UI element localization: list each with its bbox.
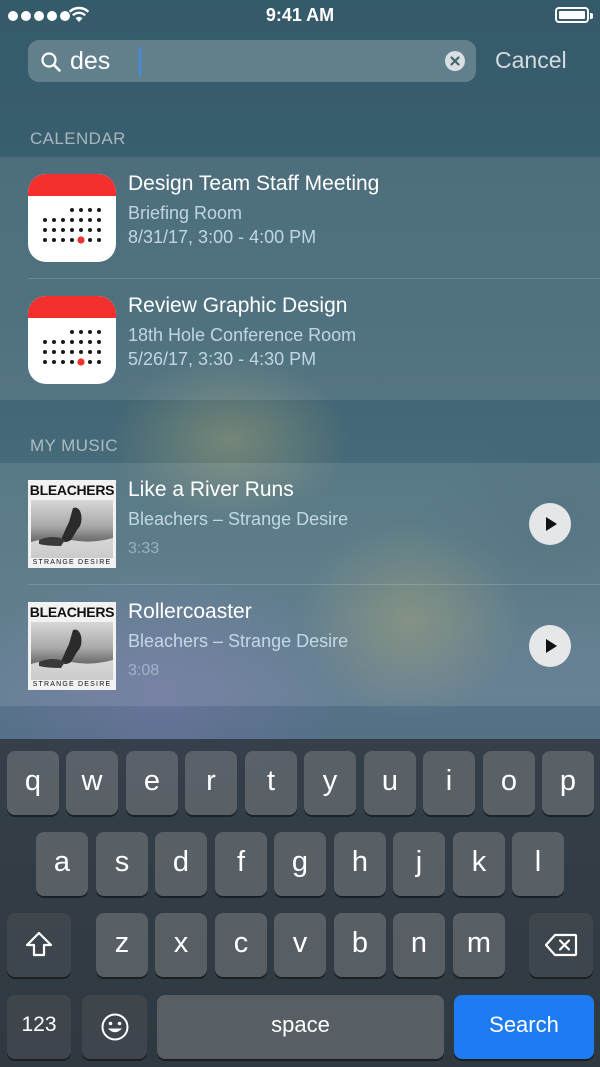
play-icon	[546, 517, 557, 531]
key-p[interactable]: p	[542, 751, 594, 815]
key-n[interactable]: n	[393, 913, 445, 977]
key-o[interactable]: o	[483, 751, 535, 815]
keyboard: q w e r t y u i o p a s d f g h j k l z …	[0, 739, 600, 1067]
music-section-header: MY MUSIC	[30, 436, 118, 455]
album-art: BLEACHERS STRANGE DESIRE	[28, 602, 116, 690]
status-bar: 9:41 AM	[0, 0, 600, 32]
status-time: 9:41 AM	[265, 5, 335, 25]
key-q[interactable]: q	[7, 751, 59, 815]
song-title: Rollercoaster	[128, 600, 252, 623]
key-h[interactable]: h	[334, 832, 386, 896]
search-bar: Cancel	[0, 40, 600, 82]
event-datetime: 8/31/17, 3:00 - 4:00 PM	[128, 227, 317, 247]
battery-icon	[555, 7, 593, 23]
song-artist-album: Bleachers – Strange Desire	[128, 509, 349, 529]
key-k[interactable]: k	[453, 832, 505, 896]
key-r[interactable]: r	[185, 751, 237, 815]
emoji-key[interactable]	[82, 995, 147, 1059]
key-t[interactable]: t	[245, 751, 297, 815]
event-location: Briefing Room	[128, 203, 243, 223]
calendar-section-header: CALENDAR	[30, 129, 126, 148]
play-icon	[546, 639, 557, 653]
album-band-name: BLEACHERS	[29, 604, 115, 620]
space-key[interactable]: space	[157, 995, 444, 1059]
delete-icon	[544, 933, 578, 957]
key-i[interactable]: i	[423, 751, 475, 815]
album-title: STRANGE DESIRE	[32, 559, 112, 566]
key-s[interactable]: s	[96, 832, 148, 896]
calendar-result-row[interactable]: Design Team Staff Meeting Briefing Room …	[0, 157, 600, 279]
event-title: Design Team Staff Meeting	[128, 172, 380, 195]
album-band-name: BLEACHERS	[29, 482, 115, 498]
calendar-results: Design Team Staff Meeting Briefing Room …	[0, 157, 600, 400]
key-v[interactable]: v	[274, 913, 326, 977]
key-b[interactable]: b	[334, 913, 386, 977]
key-y[interactable]: y	[304, 751, 356, 815]
calendar-app-icon	[28, 296, 116, 384]
event-title: Review Graphic Design	[128, 294, 348, 317]
shift-key[interactable]	[7, 913, 71, 977]
delete-key[interactable]	[529, 913, 593, 977]
clear-search-icon[interactable]	[445, 51, 465, 71]
emoji-icon	[101, 1013, 128, 1041]
album-art: BLEACHERS STRANGE DESIRE	[28, 480, 116, 568]
album-title: STRANGE DESIRE	[32, 681, 112, 688]
song-duration: 3:08	[128, 662, 160, 679]
calendar-app-icon	[28, 174, 116, 262]
calendar-result-row[interactable]: Review Graphic Design 18th Hole Conferen…	[0, 279, 600, 400]
key-m[interactable]: m	[453, 913, 505, 977]
shift-icon	[25, 931, 53, 957]
key-j[interactable]: j	[393, 832, 445, 896]
text-caret	[139, 47, 141, 76]
cancel-button[interactable]: Cancel	[495, 47, 567, 74]
numbers-key[interactable]: 123	[7, 995, 71, 1059]
search-key[interactable]: Search	[454, 995, 594, 1059]
search-input[interactable]	[70, 44, 460, 78]
song-result-row[interactable]: BLEACHERS STRANGE DESIRE Like a River Ru…	[0, 463, 600, 585]
play-button[interactable]	[529, 503, 571, 545]
key-a[interactable]: a	[36, 832, 88, 896]
key-w[interactable]: w	[66, 751, 118, 815]
music-results: BLEACHERS STRANGE DESIRE Like a River Ru…	[0, 463, 600, 706]
key-u[interactable]: u	[364, 751, 416, 815]
key-x[interactable]: x	[155, 913, 207, 977]
song-duration: 3:33	[128, 540, 160, 557]
event-datetime: 5/26/17, 3:30 - 4:30 PM	[128, 349, 317, 369]
key-e[interactable]: e	[126, 751, 178, 815]
key-f[interactable]: f	[215, 832, 267, 896]
search-icon	[41, 52, 61, 72]
song-result-row[interactable]: BLEACHERS STRANGE DESIRE Rollercoaster B…	[0, 585, 600, 706]
search-field[interactable]	[28, 40, 476, 82]
key-l[interactable]: l	[512, 832, 564, 896]
key-g[interactable]: g	[274, 832, 326, 896]
key-z[interactable]: z	[96, 913, 148, 977]
song-artist-album: Bleachers – Strange Desire	[128, 631, 349, 651]
key-d[interactable]: d	[155, 832, 207, 896]
event-location: 18th Hole Conference Room	[128, 325, 357, 345]
play-button[interactable]	[529, 625, 571, 667]
key-c[interactable]: c	[215, 913, 267, 977]
song-title: Like a River Runs	[128, 478, 294, 501]
